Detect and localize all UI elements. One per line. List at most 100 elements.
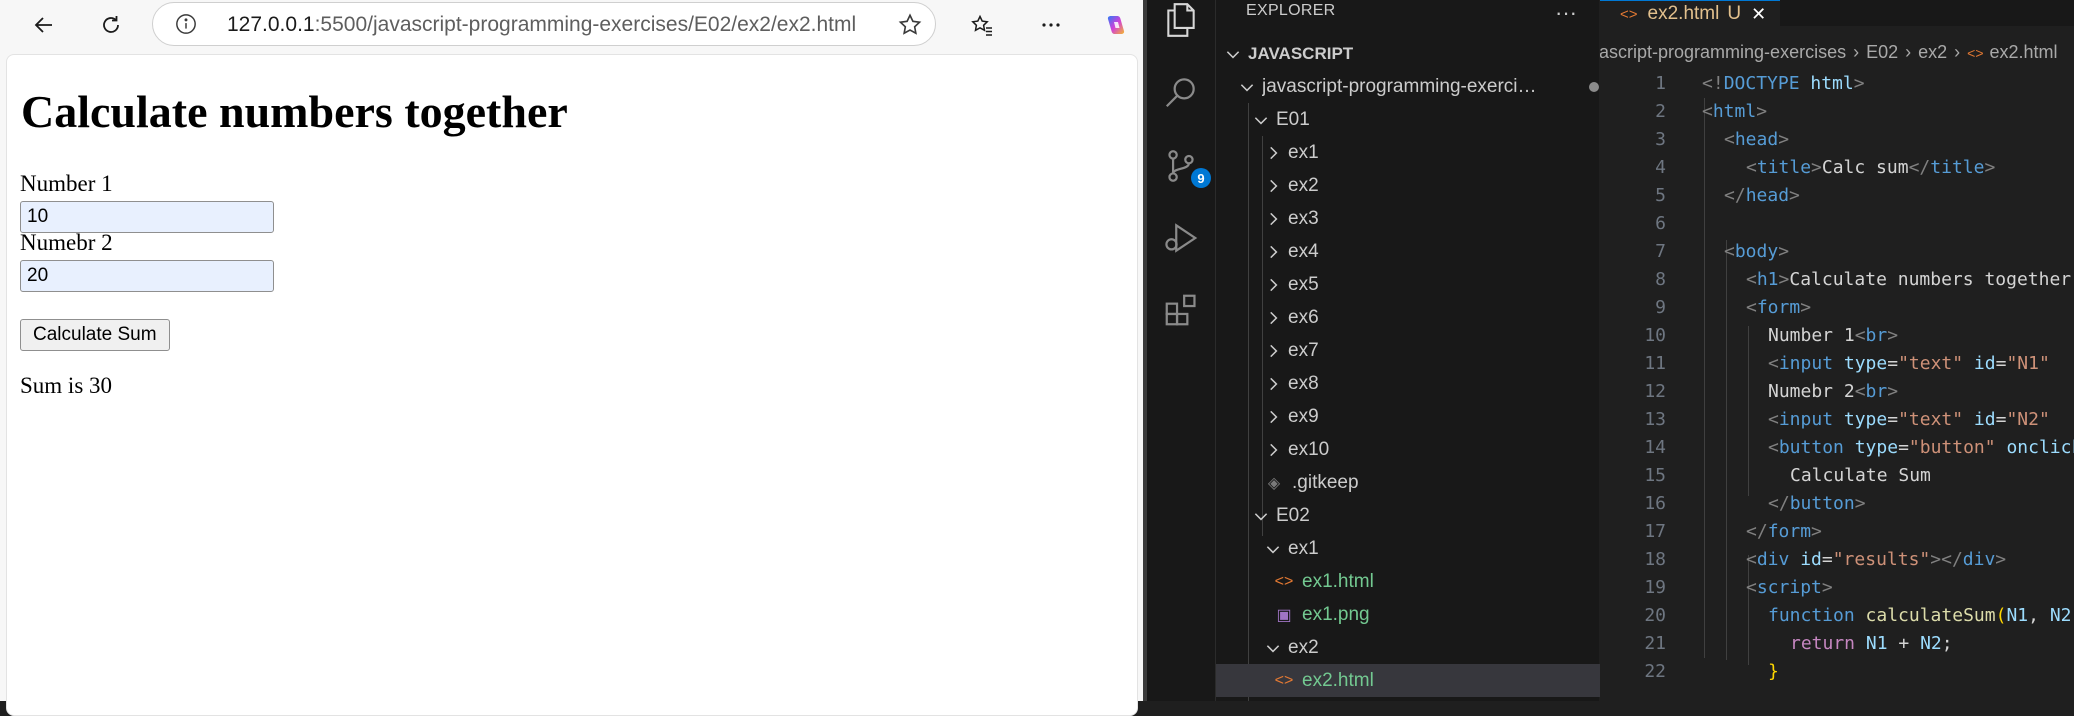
code-token: > — [1811, 521, 1822, 542]
folder-ex2[interactable]: ex2 — [1216, 169, 1647, 202]
code-token: calculateSum — [1854, 605, 1996, 626]
breadcrumb-item[interactable]: ex2 — [1918, 42, 1947, 62]
folder-E02-ex2[interactable]: ex2 — [1216, 631, 1647, 664]
file-ex2-html[interactable]: <> ex2.html U — [1216, 664, 1657, 697]
sum-result: Sum is 30 — [20, 373, 113, 398]
folder-ex1[interactable]: ex1 — [1216, 136, 1647, 169]
tree-label: ex1.png — [1302, 603, 1370, 625]
code-token: ; — [1941, 633, 1953, 654]
code-line: 12 Numebr 2<br> — [1600, 378, 2074, 406]
code-token: script — [1756, 577, 1822, 598]
code-token: > — [1756, 101, 1768, 122]
copilot-button[interactable] — [1096, 5, 1136, 45]
more-menu-button[interactable] — [1031, 5, 1071, 45]
folder-ex8[interactable]: ex8 — [1216, 367, 1647, 400]
back-button[interactable] — [24, 5, 64, 45]
code-token: > — [1800, 297, 1812, 318]
source-control-activity[interactable]: 9 — [1159, 144, 1211, 188]
code-line: 8 <h1>Calculate numbers together — [1600, 266, 2074, 294]
line-number: 5 — [1655, 185, 1666, 206]
folder-ex7[interactable]: ex7 — [1216, 334, 1647, 367]
folder-E02[interactable]: E02 — [1216, 499, 1635, 532]
code-token: < — [1724, 241, 1735, 262]
code-token: title — [1756, 157, 1812, 178]
number1-input[interactable] — [20, 201, 274, 233]
folder-ex10[interactable]: ex10 — [1216, 433, 1647, 466]
line-number: 13 — [1644, 409, 1666, 430]
breadcrumb-item[interactable]: javascript-programming-exercises — [1600, 42, 1846, 62]
modified-dot — [1589, 82, 1599, 92]
explorer-more-button[interactable]: ··· — [1555, 0, 1577, 26]
search-activity[interactable] — [1159, 70, 1203, 114]
tab-ex2-html[interactable]: <> ex2.html U ✕ — [1600, 0, 1781, 27]
code-line: 22} — [1600, 658, 2074, 686]
calculate-sum-button[interactable]: Calculate Sum — [20, 319, 170, 351]
line-number: 6 — [1655, 213, 1666, 234]
folder-ex5[interactable]: ex5 — [1216, 268, 1647, 301]
code-token: button — [1778, 437, 1844, 458]
code-token: title — [1930, 157, 1985, 178]
code-token: = — [1995, 409, 2007, 430]
code-token: html — [1799, 73, 1854, 94]
close-icon[interactable]: ✕ — [1751, 4, 1766, 25]
line-number: 22 — [1644, 661, 1666, 682]
code-line: 11 <input type="text" id="N1" — [1600, 350, 2074, 378]
star-icon[interactable] — [897, 12, 923, 38]
folder-E01[interactable]: E01 — [1216, 103, 1635, 136]
chevron-down-icon — [1264, 639, 1282, 657]
code-token: DOCTYPE — [1723, 73, 1800, 94]
code-token: < — [1768, 409, 1779, 430]
code-token: < — [1724, 129, 1735, 150]
web-page: Calculate numbers together Number 1 Nume… — [6, 54, 1138, 716]
code-token: = — [1887, 409, 1899, 430]
folder-ex6[interactable]: ex6 — [1216, 301, 1647, 334]
explorer-sidebar: EXPLORER ··· JAVASCRIPT javascript-progr… — [1216, 0, 1657, 701]
html-file-icon: <> — [1274, 671, 1294, 689]
code-token: onclick — [1995, 437, 2074, 458]
file-ex1-png[interactable]: ▣ ex1.png U — [1216, 598, 1657, 631]
info-icon[interactable] — [175, 13, 197, 35]
file-ex1-html[interactable]: <> ex1.html U — [1216, 565, 1657, 598]
activity-bar: 9 — [1147, 0, 1216, 701]
refresh-button[interactable] — [91, 5, 131, 45]
code-token: = — [1821, 549, 1833, 570]
code-token: button — [1789, 493, 1855, 514]
breadcrumb-item[interactable]: ex2.html — [1990, 42, 2058, 62]
tree-label: E02 — [1276, 504, 1310, 526]
code-line: 18 <div id="results"></div> — [1600, 546, 2074, 574]
folder-ex4[interactable]: ex4 — [1216, 235, 1647, 268]
workspace-root[interactable]: JAVASCRIPT — [1216, 37, 1607, 70]
code-token: > — [1778, 241, 1790, 262]
folder-ex3[interactable]: ex3 — [1216, 202, 1647, 235]
file-gitkeep[interactable]: ◈ .gitkeep — [1216, 466, 1647, 499]
run-debug-activity[interactable] — [1159, 216, 1203, 260]
code-token: < — [1854, 325, 1866, 346]
url-text[interactable]: 127.0.0.1:5500/javascript-programming-ex… — [227, 13, 856, 37]
code-token: type — [1833, 409, 1888, 430]
tree-label: ex5 — [1288, 273, 1319, 295]
tree-label: E01 — [1276, 108, 1310, 130]
folder-E02-ex1[interactable]: ex1 — [1216, 532, 1647, 565]
line-number: 1 — [1655, 73, 1666, 94]
line-number: 2 — [1655, 101, 1666, 122]
breadcrumb-item[interactable]: E02 — [1866, 42, 1898, 62]
number2-input[interactable] — [20, 260, 274, 292]
code-token: } — [1768, 661, 1779, 682]
code-token: Number 1 — [1768, 325, 1855, 346]
code-token: h1 — [1756, 269, 1779, 290]
line-number: 19 — [1644, 577, 1666, 598]
code-token: < — [1746, 269, 1757, 290]
code-token: > — [1887, 381, 1899, 402]
code-token: Numebr 2 — [1768, 381, 1855, 402]
line-number: 8 — [1655, 269, 1666, 290]
extensions-activity[interactable] — [1159, 288, 1203, 332]
address-bar[interactable]: 127.0.0.1:5500/javascript-programming-ex… — [152, 2, 936, 46]
code-token: < — [1702, 101, 1713, 122]
folder-ex9[interactable]: ex9 — [1216, 400, 1647, 433]
explorer-activity[interactable] — [1159, 0, 1203, 42]
code-token: > — [1811, 157, 1822, 178]
favorites-button[interactable] — [962, 5, 1002, 45]
code-line: 5 </head> — [1600, 182, 2074, 210]
folder-javascript-programming-exercises[interactable]: javascript-programming-exercises — [1216, 70, 1621, 103]
line-number: 18 — [1644, 549, 1666, 570]
